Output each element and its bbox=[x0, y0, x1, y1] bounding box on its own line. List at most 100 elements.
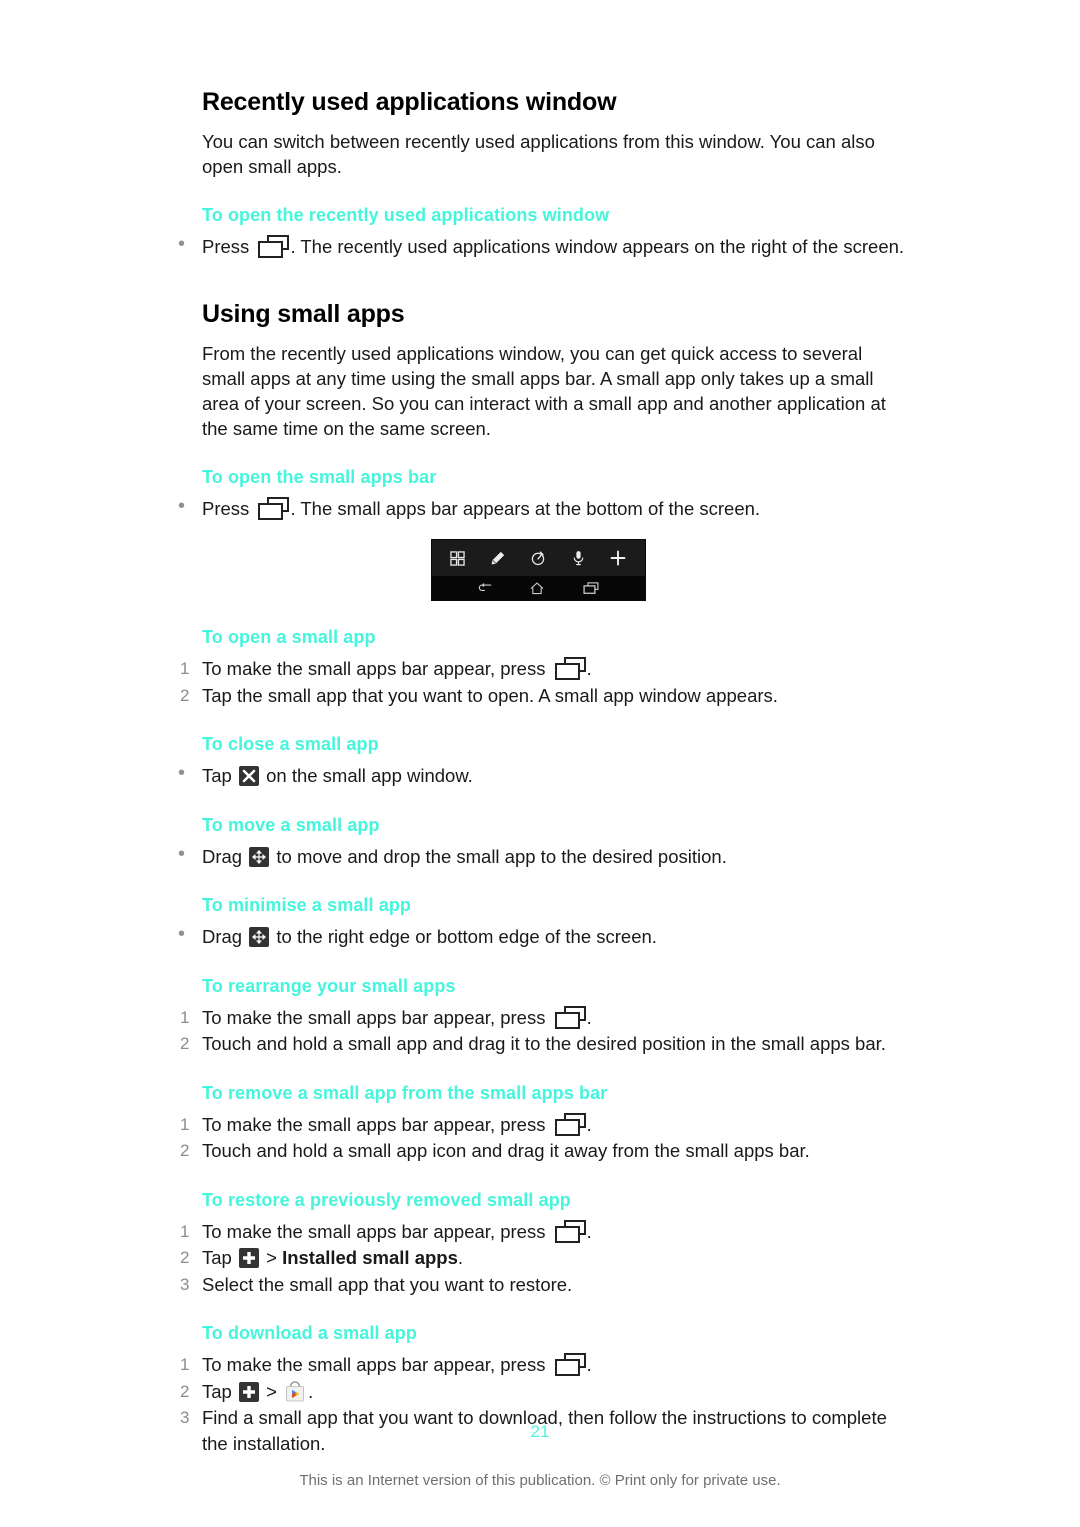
step-text-post: to the right edge or bottom edge of the … bbox=[276, 926, 657, 947]
step-text-bold: Installed small apps bbox=[282, 1247, 458, 1268]
step-text-post: to move and drop the small app to the de… bbox=[276, 845, 727, 867]
recents-icon bbox=[258, 235, 290, 258]
home-icon[interactable] bbox=[530, 581, 544, 595]
list-item: 1 To make the small apps bar appear, pre… bbox=[168, 656, 908, 682]
step-number: 1 bbox=[180, 659, 190, 678]
section-title-using-small-apps: Using small apps bbox=[202, 299, 405, 328]
timer-icon[interactable] bbox=[530, 550, 546, 566]
list-item: 3 Select the small app that you want to … bbox=[168, 1272, 908, 1298]
step-text-pre: Drag bbox=[202, 926, 243, 947]
list-close-a-small-app: Tap on the small app window. bbox=[168, 761, 908, 789]
plus-icon bbox=[238, 1248, 259, 1268]
manual-page: Recently used applications window You ca… bbox=[0, 0, 1080, 1527]
list-remove-small-app: 1 To make the small apps bar appear, pre… bbox=[168, 1112, 908, 1164]
list-open-recents-window: Press . The recently used applications w… bbox=[168, 232, 908, 260]
step-text-mid: > bbox=[266, 1380, 277, 1402]
step-text: Select the small app that you want to re… bbox=[202, 1273, 573, 1295]
step-text-pre: Tap bbox=[202, 1247, 232, 1268]
subheading-restore-small-app: To restore a previously removed small ap… bbox=[202, 1189, 571, 1210]
step-text-pre: To make the small apps bar appear, press bbox=[202, 1113, 546, 1135]
list-item: 1 To make the small apps bar appear, pre… bbox=[168, 1005, 908, 1031]
step-text-post: . bbox=[586, 658, 592, 679]
step-text-pre: Press bbox=[202, 236, 250, 257]
section-intro-recently-used: You can switch between recently used app… bbox=[202, 131, 875, 177]
list-rearrange-small-apps: 1 To make the small apps bar appear, pre… bbox=[168, 1005, 908, 1057]
step-text-post: . bbox=[308, 1380, 314, 1402]
back-icon[interactable] bbox=[477, 582, 492, 594]
recents-icon bbox=[554, 657, 586, 680]
list-item: 2 Tap > . bbox=[168, 1379, 908, 1405]
step-text-pre: Drag bbox=[202, 845, 243, 867]
calculator-icon[interactable] bbox=[449, 550, 465, 566]
step-number: 2 bbox=[180, 1141, 190, 1160]
step-text: Touch and hold a small app icon and drag… bbox=[202, 1140, 810, 1161]
step-text-post: . bbox=[586, 1113, 592, 1135]
recents-icon bbox=[554, 1112, 586, 1136]
plus-icon bbox=[238, 1381, 259, 1402]
step-text-post: on the small app window. bbox=[266, 765, 473, 786]
step-text-pre: Tap bbox=[202, 1380, 232, 1402]
step-number: 2 bbox=[180, 1381, 190, 1401]
list-item: Press . The small apps bar appears at th… bbox=[168, 494, 908, 522]
subheading-remove-small-app: To remove a small app from the small app… bbox=[202, 1082, 608, 1103]
subheading-open-small-apps-bar: To open the small apps bar bbox=[202, 466, 437, 487]
subheading-close-a-small-app: To close a small app bbox=[202, 734, 379, 754]
step-text-pre: Tap bbox=[202, 765, 232, 786]
step-text-pre: Press bbox=[202, 497, 250, 519]
list-item: 2 Touch and hold a small app icon and dr… bbox=[168, 1138, 908, 1164]
small-apps-bar-nav-row bbox=[431, 576, 645, 600]
step-number: 2 bbox=[180, 1034, 190, 1053]
list-item: Tap on the small app window. bbox=[168, 761, 908, 789]
list-item: 1 To make the small apps bar appear, pre… bbox=[168, 1219, 908, 1245]
step-number: 1 bbox=[180, 1355, 190, 1374]
play-store-icon bbox=[284, 1380, 306, 1403]
small-apps-bar-top-row bbox=[431, 540, 645, 576]
step-text-pre: To make the small apps bar appear, press bbox=[202, 1006, 546, 1028]
recents-icon[interactable] bbox=[583, 581, 599, 595]
small-apps-bar-figure bbox=[168, 539, 908, 601]
step-text-pre: To make the small apps bar appear, press bbox=[202, 1220, 546, 1242]
list-minimise-a-small-app: Drag to the right edge or bottom edge of… bbox=[168, 922, 908, 950]
move-arrows-icon bbox=[249, 927, 270, 947]
section-title-recently-used: Recently used applications window bbox=[202, 88, 617, 116]
subheading-rearrange-small-apps: To rearrange your small apps bbox=[202, 975, 456, 996]
recents-icon bbox=[554, 1353, 586, 1376]
small-apps-bar bbox=[430, 539, 646, 601]
step-text-post: . bbox=[586, 1354, 592, 1375]
pen-icon[interactable] bbox=[489, 550, 506, 567]
step-text-post: . The recently used applications window … bbox=[290, 236, 905, 257]
list-item: 2 Tap > Installed small apps. bbox=[168, 1245, 908, 1271]
recents-icon bbox=[554, 1005, 586, 1029]
step-number: 1 bbox=[180, 1007, 190, 1027]
step-text: Touch and hold a small app and drag it t… bbox=[202, 1033, 886, 1054]
footer-note: This is an Internet version of this publ… bbox=[299, 1472, 781, 1489]
list-item: 2 Touch and hold a small app and drag it… bbox=[168, 1031, 908, 1057]
step-number: 1 bbox=[180, 1221, 190, 1241]
list-item: Drag to the right edge or bottom edge of… bbox=[168, 922, 908, 950]
list-item: 2 Tap the small app that you want to ope… bbox=[168, 683, 908, 709]
subheading-open-recents-window: To open the recently used applications w… bbox=[202, 205, 610, 225]
list-move-a-small-app: Drag to move and drop the small app to t… bbox=[168, 842, 908, 870]
step-number: 2 bbox=[180, 1248, 190, 1267]
step-text-post: . bbox=[457, 1247, 464, 1268]
step-number: 2 bbox=[180, 685, 190, 705]
recents-icon bbox=[554, 1219, 586, 1243]
section-intro-using-small-apps: From the recently used applications wind… bbox=[202, 342, 886, 439]
list-item: 1 To make the small apps bar appear, pre… bbox=[168, 1112, 908, 1138]
list-item: Press . The recently used applications w… bbox=[168, 232, 908, 260]
step-text-post: . The small apps bar appears at the bott… bbox=[290, 497, 761, 519]
subheading-download-small-app: To download a small app bbox=[202, 1323, 417, 1343]
step-number: 3 bbox=[180, 1274, 190, 1294]
step-text-pre: To make the small apps bar appear, press bbox=[202, 1354, 546, 1375]
recents-icon bbox=[258, 496, 290, 520]
list-item: Drag to move and drop the small app to t… bbox=[168, 842, 908, 870]
subheading-move-a-small-app: To move a small app bbox=[202, 814, 380, 835]
microphone-icon[interactable] bbox=[571, 550, 586, 566]
plus-icon[interactable] bbox=[610, 550, 626, 566]
page-content: Recently used applications window You ca… bbox=[168, 88, 908, 1457]
list-open-small-apps-bar: Press . The small apps bar appears at th… bbox=[168, 494, 908, 522]
step-text: Tap the small app that you want to open.… bbox=[202, 684, 778, 706]
step-number: 1 bbox=[180, 1114, 190, 1134]
list-item: 1 To make the small apps bar appear, pre… bbox=[168, 1352, 908, 1378]
step-text-mid: > bbox=[266, 1247, 277, 1268]
